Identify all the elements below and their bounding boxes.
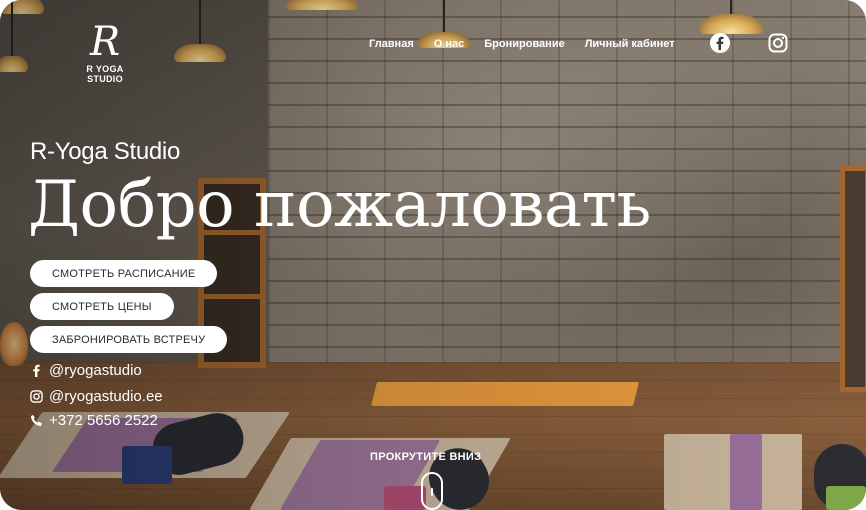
book-appointment-button[interactable]: ЗАБРОНИРОВАТЬ ВСТРЕЧУ — [30, 326, 228, 353]
contact-phone-text: +372 5656 2522 — [49, 412, 158, 429]
scroll-down-label: ПРОКРУТИТЕ ВНИЗ — [370, 451, 482, 463]
contact-instagram-text: @ryogastudio.ee — [49, 388, 163, 405]
nav-home[interactable]: Главная — [369, 38, 414, 50]
brand-logo[interactable]: R R YOGA STUDIO — [72, 19, 138, 84]
instagram-icon — [768, 33, 788, 53]
instagram-icon — [30, 390, 43, 403]
main-nav: Главная О нас Бронирование Личный кабине… — [369, 38, 675, 50]
scroll-mouse-icon[interactable] — [421, 472, 443, 510]
logo-text: R YOGA STUDIO — [86, 64, 124, 84]
contact-facebook[interactable]: @ryogastudio — [30, 362, 142, 379]
mouse-wheel — [431, 488, 433, 496]
social-links — [710, 33, 788, 53]
facebook-icon — [710, 33, 730, 53]
nav-account[interactable]: Личный кабинет — [585, 38, 675, 50]
contact-phone[interactable]: +372 5656 2522 — [30, 412, 158, 429]
facebook-icon — [33, 364, 40, 377]
contact-instagram[interactable]: @ryogastudio.ee — [30, 388, 163, 405]
facebook-link[interactable] — [710, 33, 730, 53]
contact-facebook-text: @ryogastudio — [49, 362, 142, 379]
hero-subtitle: R-Yoga Studio — [30, 138, 180, 165]
hero-section: R R YOGA STUDIO Главная О нас Бронирован… — [0, 0, 866, 510]
nav-booking[interactable]: Бронирование — [484, 38, 564, 50]
logo-mark: R — [89, 19, 121, 65]
view-schedule-button[interactable]: СМОТРЕТЬ РАСПИСАНИЕ — [30, 260, 218, 287]
hero-headline: Добро пожаловать — [28, 168, 651, 242]
phone-icon — [30, 414, 43, 427]
instagram-link[interactable] — [768, 33, 788, 53]
nav-about[interactable]: О нас — [434, 38, 465, 50]
view-prices-button[interactable]: СМОТРЕТЬ ЦЕНЫ — [30, 293, 174, 320]
